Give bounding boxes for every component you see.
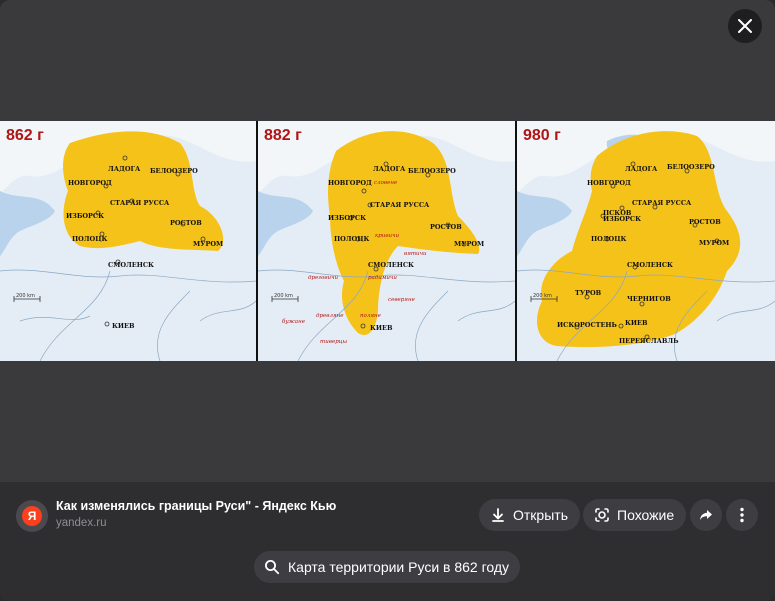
similar-button[interactable]: Похожие (583, 499, 686, 531)
related-search-chip[interactable]: Карта территории Руси в 862 году (254, 551, 520, 583)
preview-image[interactable]: ЛАДОГА БЕЛООЗЕРО НОВГОРОД СТАРАЯ РУССА И… (0, 121, 775, 361)
svg-text:СМОЛЕНСК: СМОЛЕНСК (368, 261, 414, 269)
svg-text:НОВГОРОД: НОВГОРОД (587, 179, 631, 187)
svg-text:ЧЕРНИГОВ: ЧЕРНИГОВ (627, 295, 671, 303)
search-icon (265, 560, 280, 575)
scale-label: 200 km (274, 293, 293, 299)
svg-text:ИЗБОРСК: ИЗБОРСК (603, 215, 641, 223)
download-icon (492, 508, 504, 522)
svg-text:БЕЛООЗЕРО: БЕЛООЗЕРО (667, 163, 715, 171)
svg-text:МУРОМ: МУРОМ (454, 240, 484, 248)
svg-text:СМОЛЕНСК: СМОЛЕНСК (108, 261, 154, 269)
image-viewer: ЛАДОГА БЕЛООЗЕРО НОВГОРОД СТАРАЯ РУССА И… (0, 0, 775, 601)
svg-text:КИЕВ: КИЕВ (625, 319, 648, 327)
svg-text:НОВГОРОД: НОВГОРОД (328, 179, 372, 187)
year-label: 882 г (264, 127, 302, 144)
svg-text:СМОЛЕНСК: СМОЛЕНСК (627, 261, 673, 269)
svg-text:МУРОМ: МУРОМ (193, 240, 223, 248)
source-domain[interactable]: yandex.ru (56, 517, 107, 529)
svg-text:ПЕРЕЯСЛАВЛЬ: ПЕРЕЯСЛАВЛЬ (619, 337, 679, 345)
svg-text:БЕЛООЗЕРО: БЕЛООЗЕРО (150, 167, 198, 175)
related-search-label: Карта территории Руси в 862 году (288, 559, 510, 575)
svg-text:РОСТОВ: РОСТОВ (170, 219, 202, 227)
scale-label: 200 km (16, 293, 35, 299)
year-label: 862 г (6, 127, 44, 144)
image-search-icon (595, 508, 609, 522)
svg-text:бужане: бужане (282, 318, 306, 325)
svg-text:ПОЛОЦК: ПОЛОЦК (72, 235, 107, 243)
year-label: 980 г (523, 127, 561, 144)
svg-text:северяне: северяне (388, 297, 416, 303)
svg-text:ПОЛОЦК: ПОЛОЦК (591, 235, 626, 243)
more-button[interactable] (726, 499, 758, 531)
svg-text:ЛАДОГА: ЛАДОГА (373, 165, 406, 173)
open-button[interactable]: Открыть (479, 499, 580, 531)
svg-text:ЛАДОГА: ЛАДОГА (625, 165, 658, 173)
svg-text:МУРОМ: МУРОМ (699, 239, 729, 247)
svg-text:ИЗБОРСК: ИЗБОРСК (328, 214, 366, 222)
svg-text:КИЕВ: КИЕВ (370, 324, 393, 332)
yandex-logo-icon: Я (22, 506, 42, 526)
svg-text:радимичи: радимичи (368, 275, 397, 281)
open-label: Открыть (513, 507, 568, 523)
svg-text:ИСКОРОСТЕНЬ: ИСКОРОСТЕНЬ (557, 321, 618, 329)
svg-text:ЛАДОГА: ЛАДОГА (108, 165, 141, 173)
svg-text:поляне: поляне (360, 313, 382, 319)
close-icon (738, 19, 752, 33)
source-favicon[interactable]: Я (16, 500, 48, 532)
svg-text:КИЕВ: КИЕВ (112, 322, 135, 330)
svg-text:СТАРАЯ РУССА: СТАРАЯ РУССА (632, 199, 692, 207)
svg-text:ПОЛОЦК: ПОЛОЦК (334, 235, 369, 243)
map-panel-882: ЛАДОГА БЕЛООЗЕРО НОВГОРОД СТАРАЯ РУССА И… (258, 121, 515, 361)
share-button[interactable] (690, 499, 722, 531)
share-icon (700, 510, 712, 520)
svg-text:тиверцы: тиверцы (320, 339, 348, 345)
svg-text:кривичи: кривичи (375, 233, 400, 239)
similar-label: Похожие (617, 507, 675, 523)
more-icon (740, 507, 744, 523)
svg-text:ТУРОВ: ТУРОВ (575, 289, 602, 297)
source-title[interactable]: Как изменялись границы Руси" - Яндекс Кь… (56, 499, 336, 513)
svg-text:словене: словене (374, 180, 398, 186)
svg-text:ИЗБОРСК: ИЗБОРСК (66, 212, 104, 220)
svg-text:СТАРАЯ РУССА: СТАРАЯ РУССА (370, 201, 430, 209)
svg-text:дреговичи: дреговичи (308, 275, 339, 281)
map-panel-980: ЛАДОГА БЕЛООЗЕРО НОВГОРОД ПСКОВ СТАРАЯ Р… (517, 121, 775, 361)
map-panel-862: ЛАДОГА БЕЛООЗЕРО НОВГОРОД СТАРАЯ РУССА И… (0, 121, 256, 361)
scale-label: 200 km (533, 293, 552, 299)
svg-text:СТАРАЯ РУССА: СТАРАЯ РУССА (110, 199, 170, 207)
svg-text:РОСТОВ: РОСТОВ (430, 223, 462, 231)
svg-text:НОВГОРОД: НОВГОРОД (68, 179, 112, 187)
svg-text:древляне: древляне (316, 313, 344, 319)
svg-text:РОСТОВ: РОСТОВ (689, 218, 721, 226)
svg-text:БЕЛООЗЕРО: БЕЛООЗЕРО (408, 167, 456, 175)
svg-text:вятичи: вятичи (404, 251, 427, 257)
close-button[interactable] (728, 9, 762, 43)
